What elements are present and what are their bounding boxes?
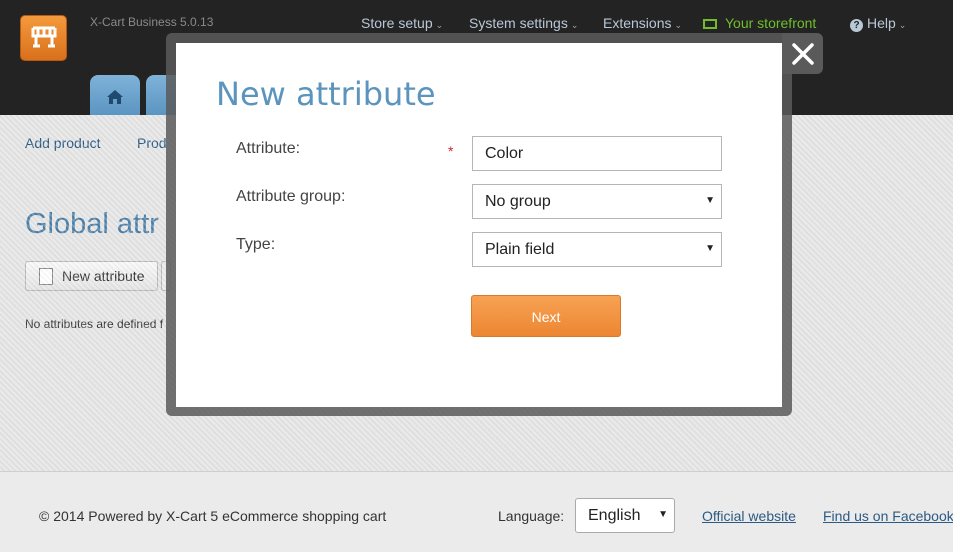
monitor-icon <box>703 19 717 30</box>
language-label: Language: <box>498 508 565 524</box>
close-button[interactable] <box>782 33 823 74</box>
empty-message: No attributes are defined f <box>25 317 164 331</box>
official-website-link[interactable]: Official website <box>702 508 796 524</box>
attribute-group-select[interactable]: No group ▼ <box>472 184 722 219</box>
cart-icon <box>31 26 57 48</box>
language-value: English <box>588 507 641 524</box>
attribute-group-label: Attribute group: <box>236 188 346 205</box>
button-label: New attribute <box>62 268 145 284</box>
page-title: Global attr <box>25 208 159 240</box>
type-select[interactable]: Plain field ▼ <box>472 232 722 267</box>
type-label: Type: <box>236 236 276 253</box>
close-icon <box>792 43 814 65</box>
dropdown-arrow-icon: ▼ <box>705 195 715 206</box>
add-product-link[interactable]: Add product <box>25 135 101 151</box>
chevron-down-icon: ⌄ <box>435 20 444 30</box>
nav-label: Help <box>867 15 896 31</box>
products-link[interactable]: Prod <box>137 135 167 151</box>
nav-system-settings[interactable]: System settings ⌄ <box>469 15 578 31</box>
chevron-down-icon: ⌄ <box>898 20 907 30</box>
xcart-logo[interactable] <box>20 15 67 61</box>
dropdown-arrow-icon: ▼ <box>658 509 668 520</box>
facebook-link[interactable]: Find us on Facebook <box>823 508 953 524</box>
nav-label: System settings <box>469 15 568 31</box>
chevron-down-icon: ⌄ <box>674 20 683 30</box>
document-icon <box>39 268 53 285</box>
attribute-input-value: Color <box>485 145 524 162</box>
dropdown-arrow-icon: ▼ <box>705 243 715 254</box>
copyright-text: © 2014 Powered by X-Cart 5 eCommerce sho… <box>39 508 387 524</box>
type-value: Plain field <box>485 241 555 258</box>
nav-label: Extensions <box>603 15 672 31</box>
modal-title: New attribute <box>216 75 436 113</box>
version-label: X-Cart Business 5.0.13 <box>90 15 214 29</box>
next-button[interactable]: Next <box>471 295 621 337</box>
nav-store-setup[interactable]: Store setup ⌄ <box>361 15 443 31</box>
nav-label: Store setup <box>361 15 433 31</box>
home-icon <box>107 90 123 104</box>
question-icon: ? <box>850 19 863 32</box>
nav-extensions[interactable]: Extensions ⌄ <box>603 15 682 31</box>
tab-home[interactable] <box>90 75 140 115</box>
new-attribute-button[interactable]: New attribute <box>25 261 158 291</box>
nav-label: Your storefront <box>725 15 817 31</box>
nav-your-storefront[interactable]: Your storefront <box>703 15 816 31</box>
required-mark: * <box>448 143 454 159</box>
attribute-label: Attribute: <box>236 140 301 157</box>
chevron-down-icon: ⌄ <box>570 20 579 30</box>
language-select[interactable]: English ▼ <box>575 498 675 533</box>
nav-help[interactable]: ? Help ⌄ <box>850 15 906 32</box>
attribute-group-value: No group <box>485 193 551 210</box>
attribute-input[interactable]: Color <box>472 136 722 171</box>
